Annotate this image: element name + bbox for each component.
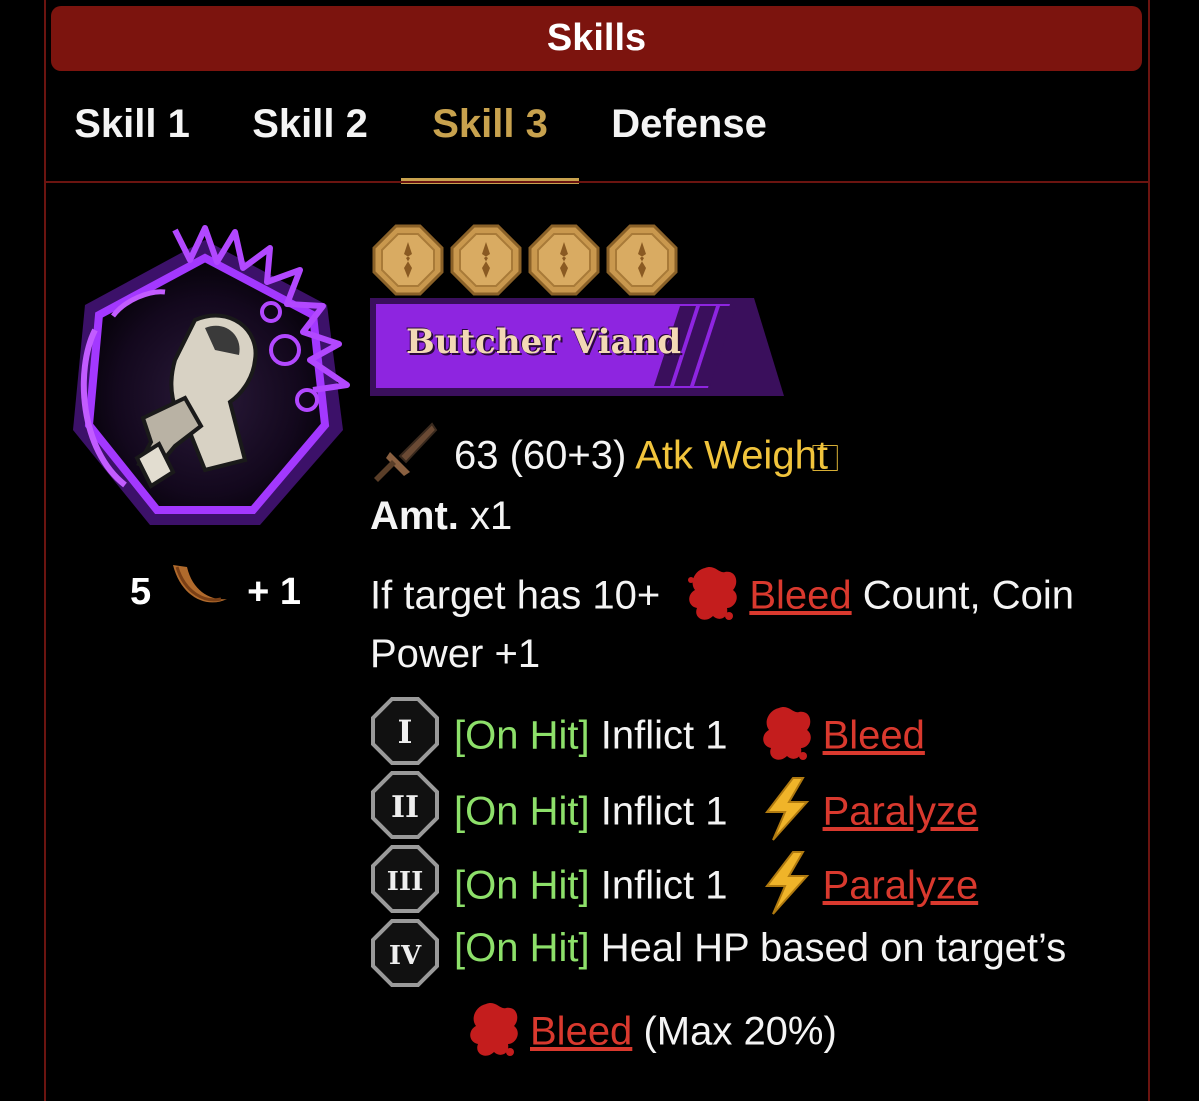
- coin-icon: [528, 224, 600, 296]
- coin-effect-4: [On Hit] Heal HP based on target’s: [454, 926, 1066, 971]
- condition-line-2: Power +1: [370, 632, 540, 677]
- condition-suffix: Count, Coin: [862, 573, 1074, 618]
- coin-2-badge: II: [370, 770, 440, 840]
- attack-line: 63 (60+3) Atk Weight ⃞: [370, 418, 839, 498]
- cost-bonus: + 1: [247, 570, 302, 613]
- bleed-icon: [685, 562, 741, 634]
- bleed-icon: [759, 702, 815, 774]
- tab-skill-3[interactable]: Skill 3: [401, 90, 579, 184]
- paralyze-icon: [759, 776, 815, 852]
- bleed-link[interactable]: Bleed: [749, 574, 851, 618]
- skill-tabs: Skill 1 Skill 2 Skill 3 Defense: [44, 90, 1150, 184]
- tab-skill-3-label: Skill 3: [432, 102, 548, 146]
- amount-value: x1: [470, 494, 513, 538]
- coin-effect-3: [On Hit] Inflict 1 Paralyze: [454, 850, 978, 926]
- coin-3-badge: III: [370, 844, 440, 914]
- coin-4-trigger: [On Hit]: [454, 926, 590, 970]
- tab-defense-label: Defense: [611, 102, 767, 146]
- tab-defense[interactable]: Defense: [604, 90, 774, 184]
- tab-divider: [44, 181, 1150, 183]
- skill-cost: 5 + 1: [130, 562, 320, 622]
- coin-4-text: Heal HP based on target’s: [600, 926, 1067, 970]
- coin-3-numeral: III: [387, 867, 424, 897]
- amount-line: Amt. x1: [370, 494, 512, 539]
- skill-coins: [372, 224, 678, 298]
- coin-2-status-link[interactable]: Paralyze: [823, 790, 979, 834]
- sanity-crescent-icon: [167, 557, 233, 627]
- condition-line2: Power +1: [370, 632, 541, 676]
- coin-4-tail: (Max 20%): [643, 1009, 837, 1054]
- coin-4-badge: IV: [370, 918, 440, 988]
- coin-3-status-link[interactable]: Paralyze: [823, 864, 979, 908]
- coin-1-text: Inflict 1: [600, 713, 728, 758]
- tab-skill-2[interactable]: Skill 2: [240, 90, 380, 184]
- coin-2-text: Inflict 1: [600, 789, 728, 834]
- tab-skill-2-label: Skill 2: [252, 102, 368, 146]
- tab-skill-1[interactable]: Skill 1: [64, 90, 200, 184]
- skills-header: Skills: [51, 6, 1142, 71]
- coin-1-badge: I: [370, 696, 440, 766]
- coin-3-trigger: [On Hit]: [454, 863, 590, 908]
- sword-icon: [370, 418, 440, 498]
- bleed-icon: [466, 998, 522, 1070]
- coin-effect-4-cont: Bleed (Max 20%): [466, 998, 837, 1070]
- coin-1-status-link[interactable]: Bleed: [823, 714, 925, 758]
- skill-name: Butcher Viand: [406, 322, 682, 362]
- tab-skill-1-label: Skill 1: [74, 102, 190, 146]
- condition-prefix: If target has 10+: [370, 573, 661, 618]
- cost-base: 5: [130, 570, 152, 613]
- paralyze-icon: [759, 850, 815, 926]
- coin-4-status-link[interactable]: Bleed: [530, 1010, 632, 1054]
- condition-line: If target has 10+ Bleed Count, Coin: [370, 562, 1074, 634]
- coin-1-numeral: I: [398, 713, 413, 751]
- coin-effect-2: [On Hit] Inflict 1 Paralyze: [454, 776, 978, 852]
- coin-2-trigger: [On Hit]: [454, 789, 590, 834]
- coin-effect-1: [On Hit] Inflict 1 Bleed: [454, 702, 925, 774]
- coin-icon: [372, 224, 444, 296]
- coin-icon: [606, 224, 678, 296]
- coin-4-numeral: IV: [389, 941, 422, 971]
- coin-3-text: Inflict 1: [600, 863, 728, 908]
- coin-1-trigger: [On Hit]: [454, 713, 590, 758]
- coin-icon: [450, 224, 522, 296]
- attack-value: 63 (60+3): [454, 433, 627, 478]
- coin-2-numeral: II: [391, 790, 419, 825]
- skills-header-title: Skills: [546, 17, 647, 59]
- amount-label: Amt.: [370, 494, 459, 538]
- atk-weight-label: Atk Weight: [635, 433, 828, 478]
- skill-art-icon: [55, 220, 365, 550]
